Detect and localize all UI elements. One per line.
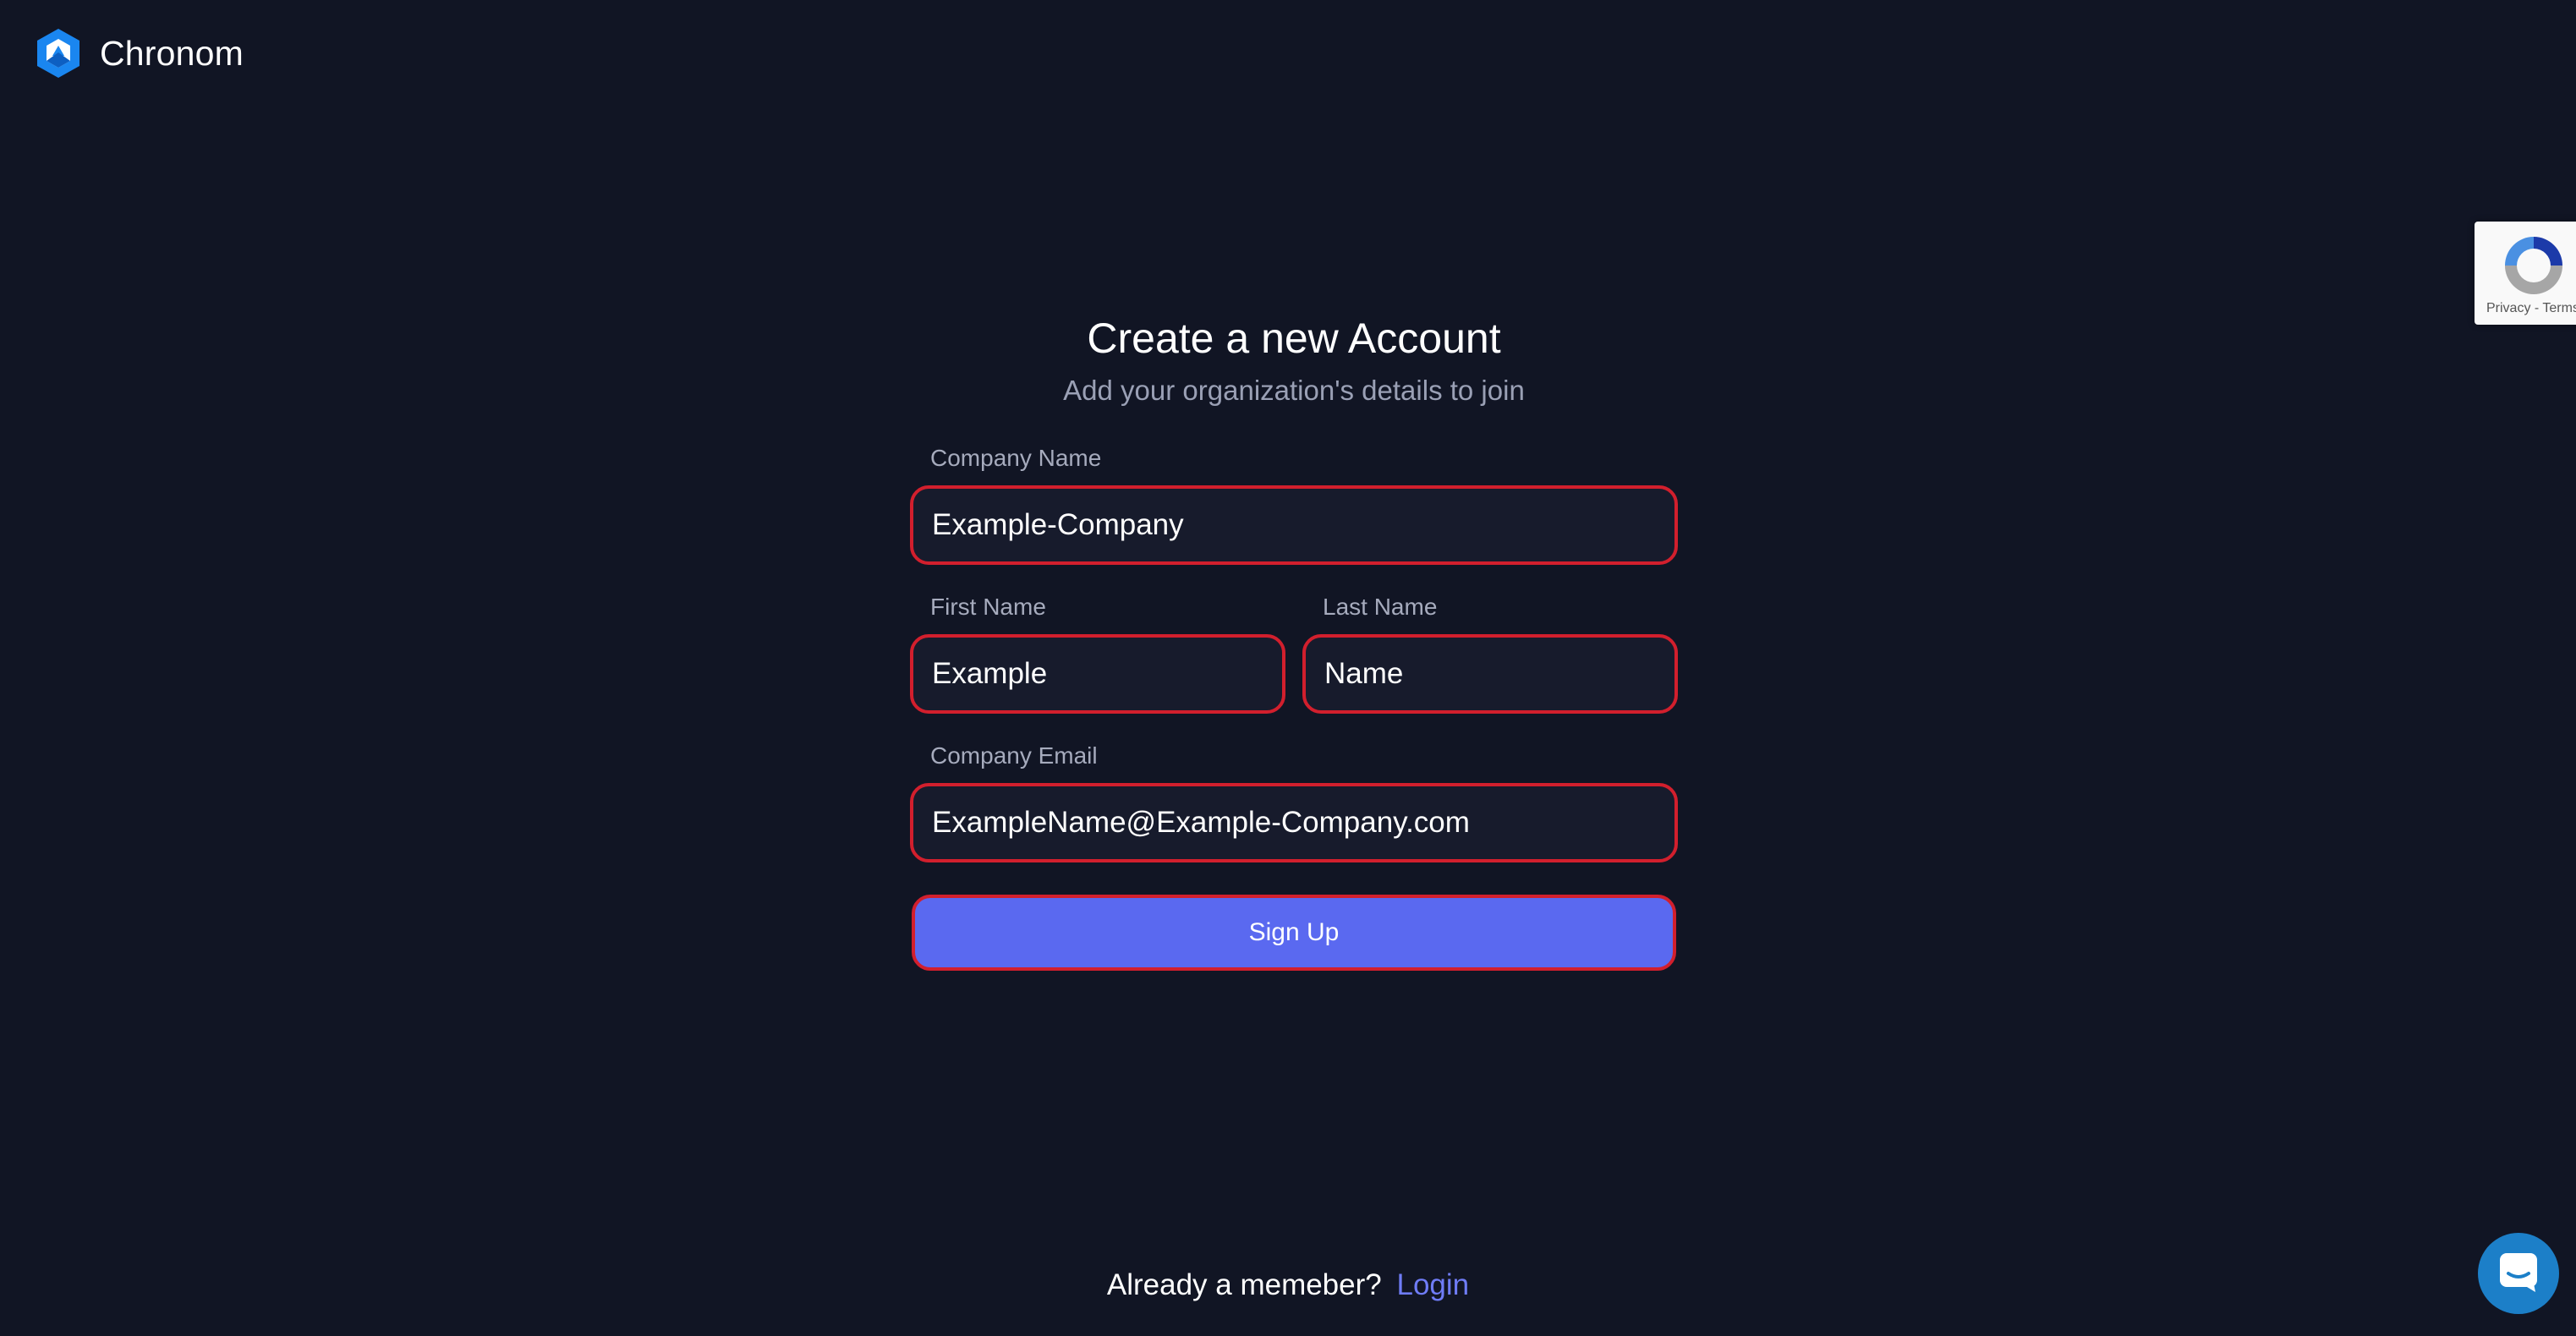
sign-up-button[interactable]: Sign Up [912, 894, 1676, 971]
brand-name: Chronom [100, 33, 244, 73]
company-email-label: Company Email [930, 742, 1098, 769]
last-name-group: Last Name [1302, 593, 1678, 714]
recaptcha-text[interactable]: Privacy - Terms [2486, 301, 2576, 316]
company-email-box [910, 782, 1678, 862]
page-title: Create a new Account [1087, 315, 1501, 362]
first-name-group: First Name [910, 593, 1285, 714]
login-prompt: Already a memeber? Login [0, 1268, 2576, 1302]
brand[interactable]: Chronom [36, 27, 244, 79]
company-email-input[interactable] [932, 805, 1674, 840]
company-name-group: Company Name [910, 446, 1678, 565]
company-email-group: Company Email [910, 742, 1678, 862]
name-row: First Name Last Name [910, 593, 1678, 714]
last-name-label: Last Name [1323, 593, 1438, 620]
first-name-label: First Name [930, 593, 1046, 620]
chat-bubble-icon [2497, 1250, 2540, 1298]
company-name-box [910, 485, 1678, 565]
last-name-input[interactable] [1324, 656, 1674, 691]
company-name-label: Company Name [930, 444, 1102, 471]
login-prompt-text: Already a memeber? [1106, 1268, 1382, 1301]
company-name-input[interactable] [932, 507, 1674, 542]
login-link[interactable]: Login [1396, 1268, 1469, 1301]
hexagon-logo-icon [36, 27, 81, 79]
first-name-input[interactable] [932, 656, 1282, 691]
chat-launcher-button[interactable] [2478, 1233, 2559, 1314]
page-subtitle: Add your organization's details to join [1063, 375, 1525, 406]
signup-page: Chronom Create a new Account Add your or… [0, 0, 2576, 1336]
first-name-box [910, 633, 1285, 714]
last-name-box [1302, 633, 1678, 714]
signup-form: Create a new Account Add your organizati… [910, 313, 1678, 971]
recaptcha-badge[interactable]: Privacy - Terms [2475, 222, 2576, 325]
